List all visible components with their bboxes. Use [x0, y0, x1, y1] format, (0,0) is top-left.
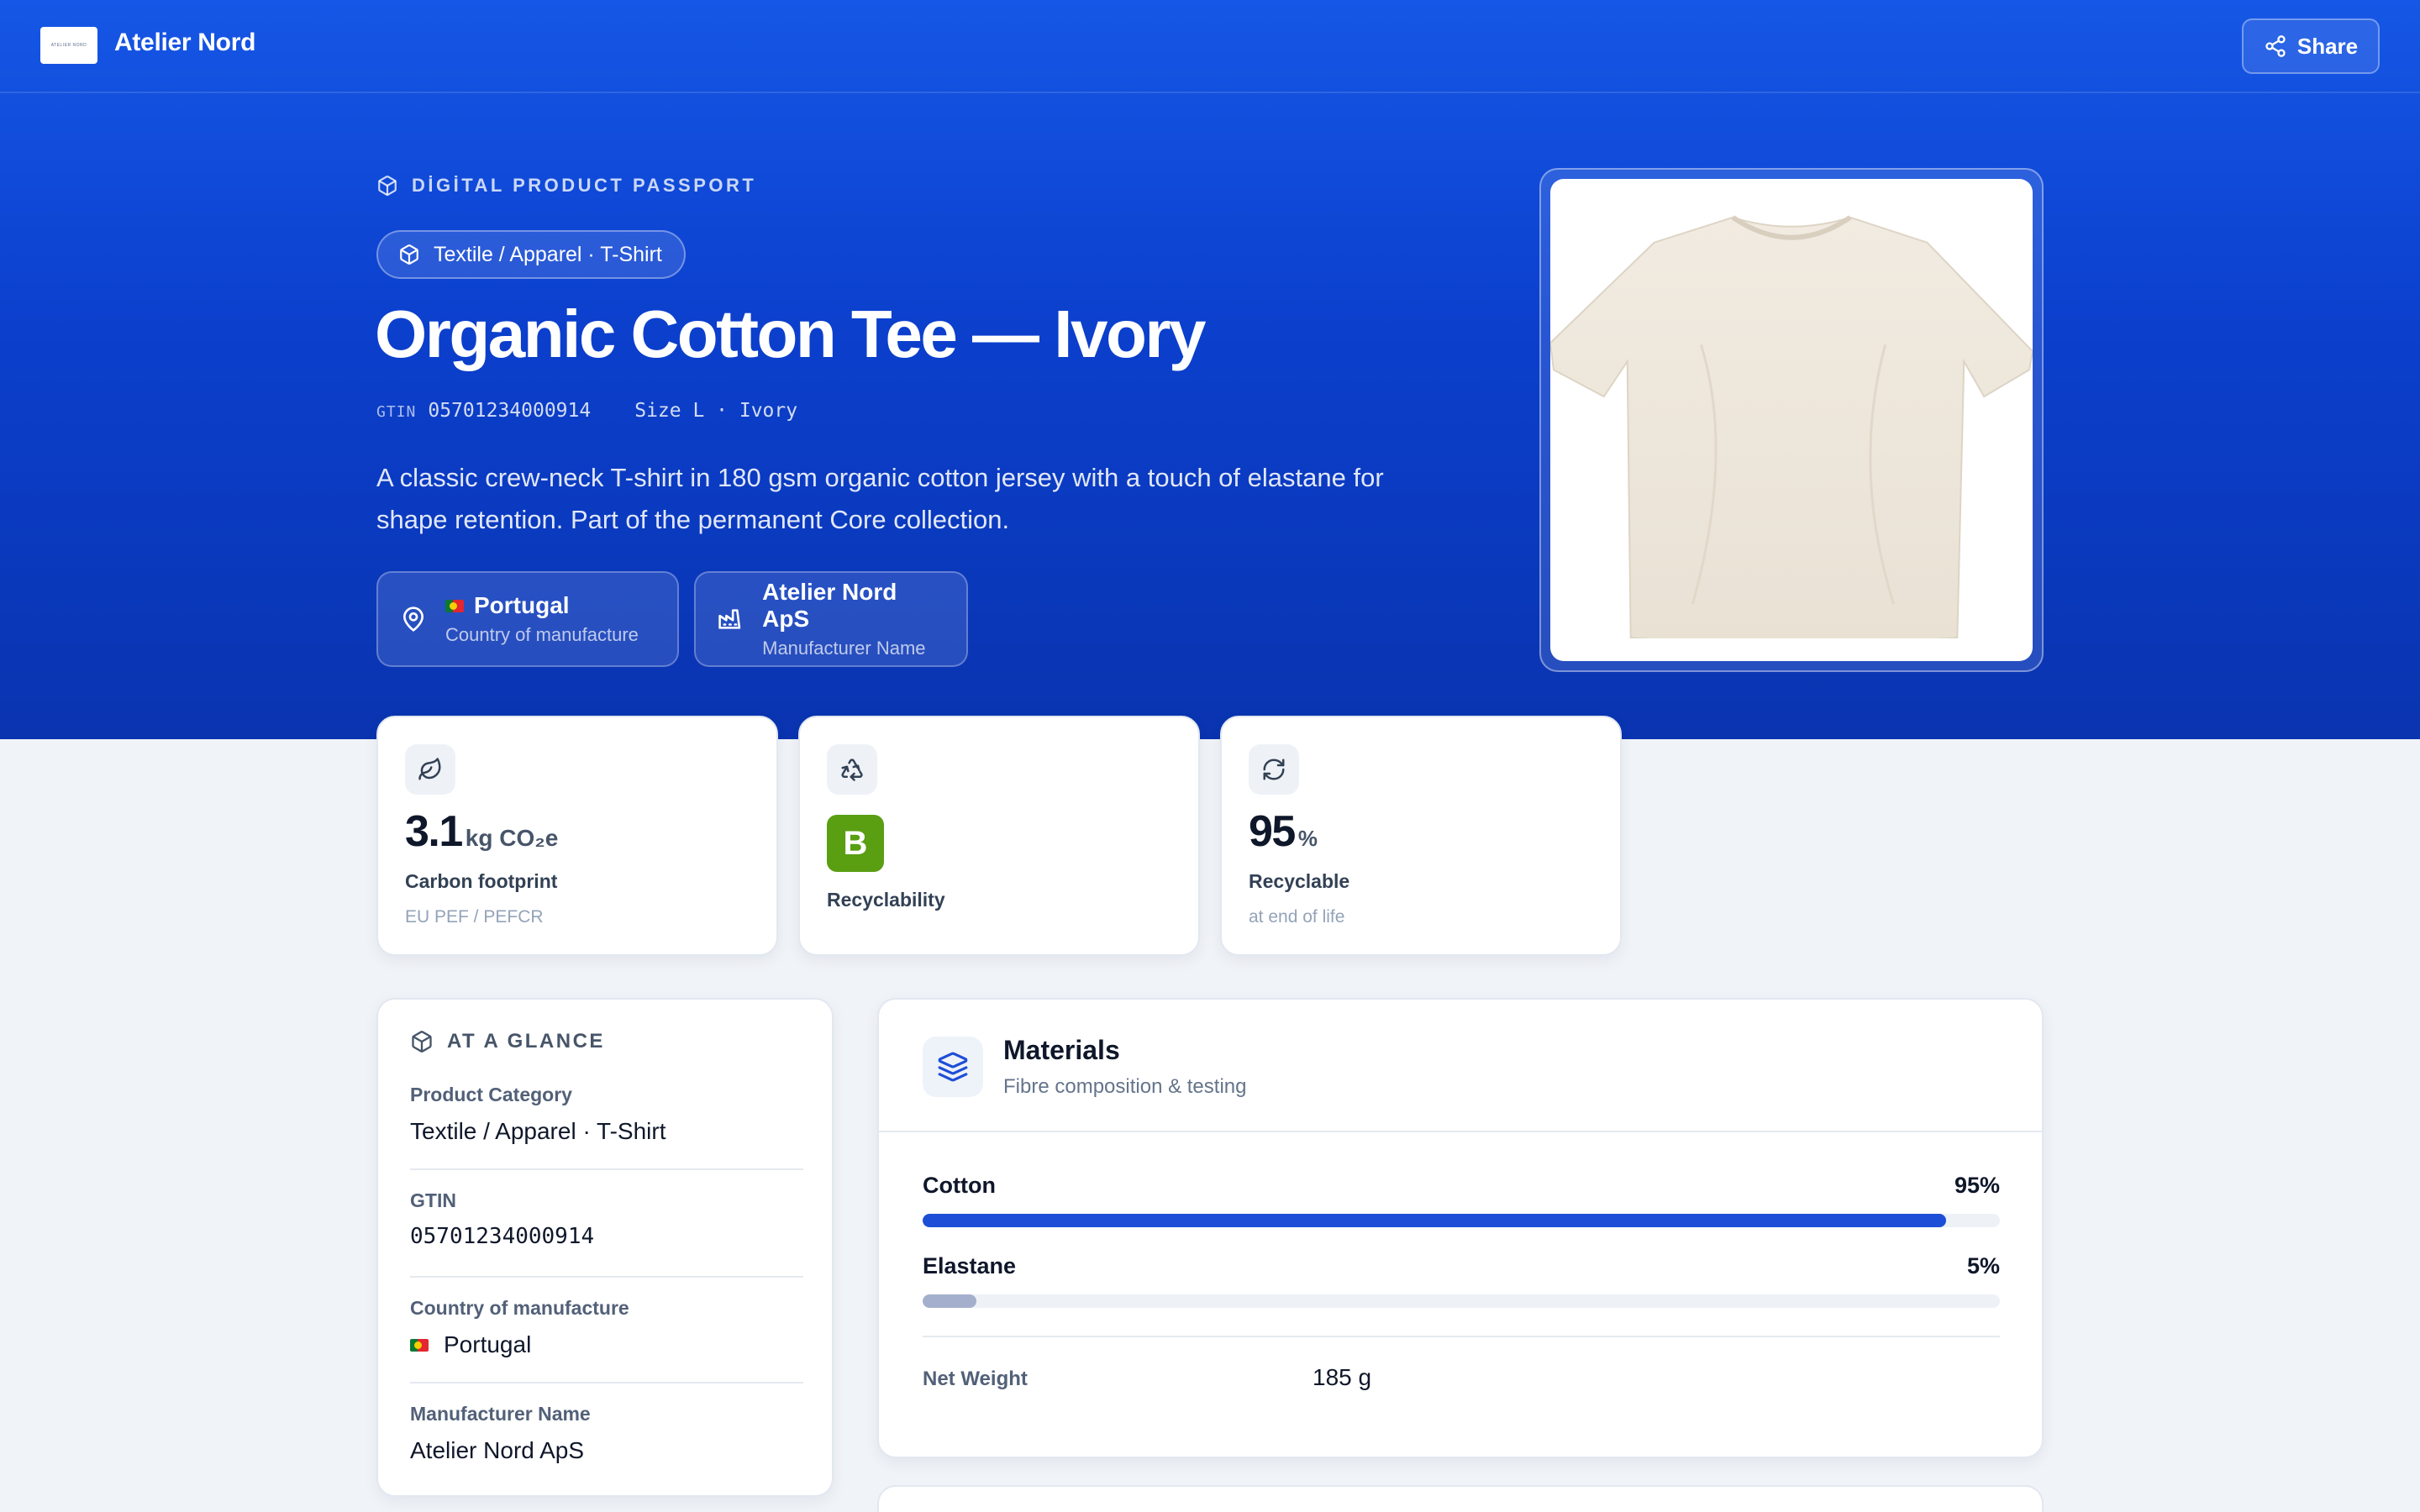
glance-key: Manufacturer Name: [410, 1403, 591, 1425]
fibre-percent: 5%: [1966, 1253, 2000, 1278]
divider: [410, 1168, 803, 1170]
top-bar: ATELIER NORD Atelier Nord Share: [0, 0, 2420, 93]
glance-key: Country of manufacture: [410, 1297, 629, 1319]
recyclable-sub: at end of life: [1249, 907, 1345, 927]
layers-icon: [923, 1037, 983, 1097]
divider: [879, 1131, 2042, 1132]
variant-value: Size L · Ivory: [634, 400, 798, 422]
at-a-glance-heading: AT A GLANCE: [410, 1030, 605, 1053]
carbon-unit: kg CO₂e: [465, 825, 559, 851]
product-title: Organic Cotton Tee — Ivory: [375, 297, 1207, 371]
box-icon: [378, 176, 397, 196]
at-a-glance-title: AT A GLANCE: [447, 1030, 605, 1053]
category-chip: Textile / Apparel · T-Shirt: [376, 230, 686, 279]
manufacturer-label: Manufacturer Name: [762, 638, 926, 659]
glance-key: GTIN: [410, 1189, 456, 1211]
glance-value: Textile / Apparel · T-Shirt: [410, 1118, 666, 1144]
glance-row-country: Country of manufacture Portugal: [410, 1297, 803, 1358]
portugal-flag-icon: [410, 1338, 429, 1352]
factory-icon: [718, 609, 741, 629]
country-value: Portugal: [474, 592, 570, 618]
carbon-label: Carbon footprint: [405, 870, 558, 892]
recycle-icon: [827, 744, 877, 795]
glance-value: 05701234000914: [410, 1224, 595, 1249]
leaf-icon: [405, 744, 455, 795]
glance-value: Atelier Nord ApS: [410, 1437, 584, 1463]
divider: [410, 1276, 803, 1278]
divider: [923, 1336, 2000, 1337]
materials-title: Materials: [1003, 1035, 1120, 1065]
carbon-standard: EU PEF / PEFCR: [405, 907, 544, 927]
materials-card: Materials Fibre composition & testing Co…: [877, 998, 2044, 1458]
net-weight-value: 185 g: [1313, 1364, 1372, 1390]
gtin-value: 05701234000914: [428, 400, 592, 422]
fibre-row-elastane: Elastane 5%: [923, 1253, 2000, 1308]
carbon-footprint-card: 3.1 kg CO₂e Carbon footprint EU PEF / PE…: [376, 716, 778, 956]
product-description: A classic crew-neck T-shirt in 180 gsm o…: [376, 463, 1384, 534]
fibre-progress-fill: [923, 1214, 1946, 1227]
next-section-card: [877, 1485, 2044, 1512]
recyclable-value: 95: [1249, 807, 1296, 856]
map-pin-icon: [403, 606, 424, 632]
recyclability-card: B Recyclability: [798, 716, 1200, 956]
box-icon: [400, 244, 418, 265]
fibre-progress-track: [923, 1294, 2000, 1308]
country-label: Country of manufacture: [445, 624, 639, 645]
recyclable-card: 95 % Recyclable at end of life: [1220, 716, 1622, 956]
glance-key: Product Category: [410, 1084, 572, 1105]
recyclability-label: Recyclability: [827, 889, 945, 911]
recyclability-grade-badge: B: [827, 815, 884, 872]
at-a-glance-card: AT A GLANCE Product Category Textile / A…: [376, 998, 834, 1497]
passport-eyebrow: DİGİTAL PRODUCT PASSPORT: [376, 175, 756, 197]
recyclable-label: Recyclable: [1249, 870, 1350, 892]
carbon-value: 3.1: [405, 807, 463, 856]
gtin-tag: GTIN: [376, 403, 417, 421]
fibre-percent: 95%: [1954, 1173, 2000, 1198]
share-icon: [2265, 35, 2286, 57]
refresh-icon: [1249, 744, 1299, 795]
glance-row-gtin: GTIN 05701234000914: [410, 1189, 803, 1249]
portugal-flag-icon: [445, 599, 464, 612]
manufacturer-value: Atelier Nord ApS: [762, 579, 897, 632]
fibre-progress-track: [923, 1214, 2000, 1227]
fibre-row-cotton: Cotton 95%: [923, 1173, 2000, 1227]
fibre-name: Cotton: [923, 1173, 996, 1198]
share-label: Share: [2296, 33, 2359, 59]
category-chip-label: Textile / Apparel · T-Shirt: [434, 242, 662, 266]
net-weight-label: Net Weight: [923, 1368, 1028, 1390]
fibre-progress-fill: [923, 1294, 977, 1308]
fibre-name: Elastane: [923, 1253, 1017, 1278]
brand-logo-text: ATELIER NORD: [50, 43, 87, 48]
brand-name[interactable]: Atelier Nord: [114, 29, 255, 57]
glance-value: Portugal: [444, 1331, 532, 1357]
brand-logo[interactable]: ATELIER NORD: [40, 27, 97, 64]
share-button[interactable]: Share: [2242, 18, 2380, 74]
box-icon: [412, 1031, 432, 1053]
materials-subtitle: Fibre composition & testing: [1003, 1075, 1247, 1098]
divider: [410, 1382, 803, 1383]
hero-banner: [0, 0, 2420, 739]
glance-row-category: Product Category Textile / Apparel · T-S…: [410, 1084, 803, 1145]
recyclable-unit: %: [1297, 826, 1318, 851]
product-image[interactable]: [1550, 179, 2033, 661]
eyebrow-text: DİGİTAL PRODUCT PASSPORT: [412, 175, 757, 196]
product-identifiers: GTIN 05701234000914 Size L · Ivory: [376, 400, 797, 422]
country-chip: Portugal Country of manufacture: [376, 571, 679, 667]
product-image-frame: [1539, 168, 2044, 672]
tshirt-photo: [1550, 215, 2033, 638]
glance-row-manufacturer: Manufacturer Name Atelier Nord ApS: [410, 1403, 803, 1464]
manufacturer-chip: Atelier Nord ApS Manufacturer Name: [694, 571, 968, 667]
